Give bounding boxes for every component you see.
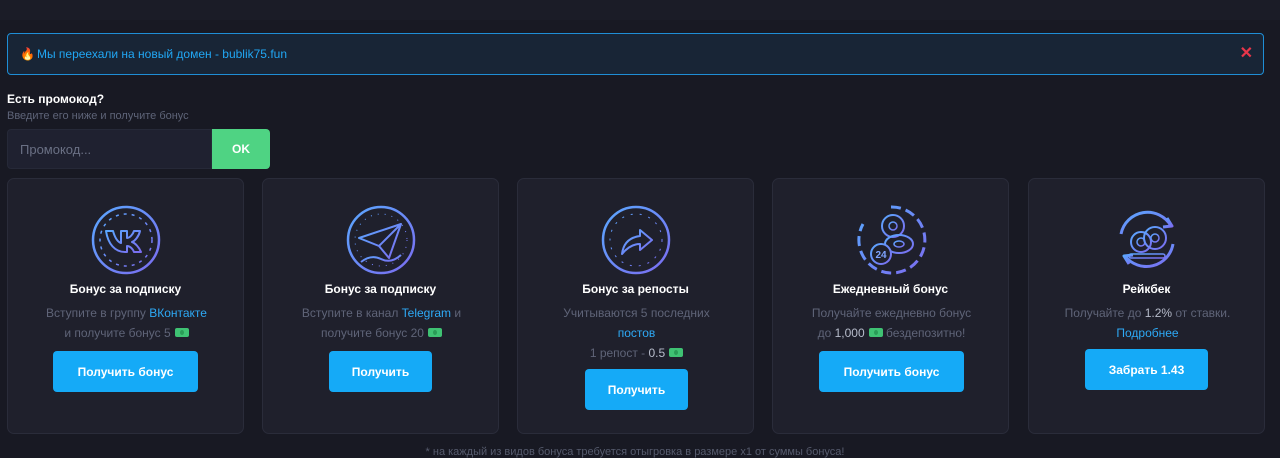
desc-text: Вступите в группу xyxy=(46,306,150,320)
desc-text: и xyxy=(451,306,462,320)
posts-link[interactable]: постов xyxy=(618,326,656,340)
daily-value: 1,000 xyxy=(834,326,865,340)
rakeback-icon xyxy=(1119,210,1175,269)
money-icon xyxy=(174,328,189,338)
vk-link[interactable]: ВКонтакте xyxy=(149,306,207,320)
rakeback-percent: 1.2% xyxy=(1144,306,1173,320)
svg-text:24: 24 xyxy=(875,250,887,261)
top-bar xyxy=(0,0,1280,20)
daily-24h-icon: 24 xyxy=(857,205,927,275)
get-bonus-button[interactable]: Получить бонус xyxy=(819,351,964,392)
bonus-card-rakeback: Рейкбек Получайте до 1.2% от ставки. Под… xyxy=(1028,178,1265,434)
repost-icon xyxy=(601,205,671,275)
card-description: Получайте ежедневно бонус до 1,000 безде… xyxy=(787,303,996,343)
card-description: Вступите в канал Telegram и получите бон… xyxy=(277,303,486,343)
get-bonus-button[interactable]: Получить бонус xyxy=(53,351,198,392)
details-link[interactable]: Подробнее xyxy=(1116,326,1178,340)
claim-rakeback-button[interactable]: Забрать 1.43 xyxy=(1085,349,1208,390)
promo-subtitle: Введите его ниже и получите бонус xyxy=(7,110,189,122)
bonus-card-telegram: Бонус за подписку Вступите в канал Teleg… xyxy=(262,178,499,434)
bonus-footnote: * на каждый из видов бонуса требуется от… xyxy=(425,446,845,458)
domain-notice: 🔥 Мы переехали на новый домен - bublik75… xyxy=(7,33,1264,75)
card-title: Бонус за подписку xyxy=(324,282,437,296)
vk-icon xyxy=(91,205,161,275)
bonus-card-reposts: Бонус за репосты Учитываются 5 последних… xyxy=(517,178,754,434)
bonus-card-daily: 24 Ежедневный бонус Получайте ежедневно … xyxy=(772,178,1009,434)
get-button[interactable]: Получить xyxy=(585,369,688,410)
card-title: Бонус за подписку xyxy=(69,282,182,296)
desc-text: от ставки. xyxy=(1172,306,1231,320)
telegram-link[interactable]: Telegram xyxy=(402,306,451,320)
card-title: Бонус за репосты xyxy=(582,282,689,296)
repost-value: 0.5 xyxy=(648,346,666,360)
desc-text: Учитываются 5 последних xyxy=(563,306,710,320)
desc-text: бездепозитно! xyxy=(882,326,966,340)
desc-text: получите бонус 20 xyxy=(321,326,424,340)
money-icon xyxy=(669,348,684,358)
card-description: Вступите в группу ВКонтакте и получите б… xyxy=(22,303,231,343)
desc-text: Получайте до xyxy=(1064,306,1145,320)
bonus-card-vk: Бонус за подписку Вступите в группу ВКон… xyxy=(7,178,244,434)
desc-text: до xyxy=(817,326,835,340)
close-icon[interactable]: ✕ xyxy=(1240,46,1253,62)
desc-text: 1 репост - xyxy=(589,346,649,360)
card-description: Получайте до 1.2% от ставки. Подробнее xyxy=(1043,303,1252,343)
money-icon xyxy=(427,328,442,338)
notice-text: Мы переехали на новый домен - bublik75.f… xyxy=(36,47,287,61)
fire-icon: 🔥 xyxy=(20,47,35,61)
card-description: Учитываются 5 последних постов 1 репост … xyxy=(532,303,741,363)
desc-text: Получайте ежедневно бонус xyxy=(811,306,972,320)
telegram-icon xyxy=(346,205,416,275)
card-title: Рейкбек xyxy=(1122,282,1171,296)
money-icon xyxy=(868,328,883,338)
get-button[interactable]: Получить xyxy=(329,351,432,392)
promo-title: Есть промокод? xyxy=(7,92,105,106)
card-title: Ежедневный бонус xyxy=(832,282,949,296)
desc-text: и получите бонус 5 xyxy=(64,326,171,340)
promo-ok-button[interactable]: OK xyxy=(212,129,270,169)
promo-code-input[interactable] xyxy=(7,129,212,169)
desc-text: Вступите в канал xyxy=(301,306,402,320)
